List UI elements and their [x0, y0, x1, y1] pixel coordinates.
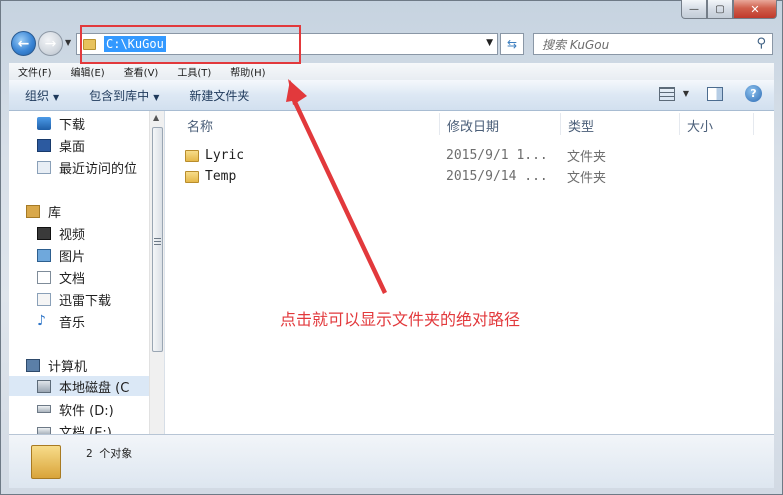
view-options-icon[interactable]	[658, 86, 675, 101]
recent-places-icon	[37, 160, 51, 174]
file-date: 2015/9/1 1...	[446, 148, 548, 163]
video-library-icon	[37, 226, 51, 240]
sidebar-item-pictures[interactable]: 图片	[37, 245, 85, 265]
sidebar-item-music[interactable]: ♪ 音乐	[37, 311, 85, 331]
file-name: Lyric	[205, 148, 245, 163]
column-divider[interactable]	[753, 113, 754, 135]
folder-icon	[31, 445, 61, 479]
chevron-down-icon: ▼	[153, 92, 160, 102]
file-date: 2015/9/14 ...	[446, 169, 548, 184]
drive-e-icon	[37, 427, 51, 434]
sidebar-item-recent[interactable]: 最近访问的位	[37, 157, 137, 177]
sidebar-item-label: 迅雷下载	[59, 293, 112, 309]
close-button[interactable]: ✕	[733, 0, 777, 19]
pictures-library-icon	[37, 248, 51, 262]
recent-pages-dropdown-icon[interactable]: ▼	[65, 38, 71, 47]
details-pane: 2 个对象	[9, 434, 774, 488]
refresh-button[interactable]: ⇆	[500, 33, 524, 55]
xunlei-download-icon	[37, 292, 51, 306]
address-dropdown-icon[interactable]: ▼	[486, 38, 493, 48]
file-list: 名称 修改日期 类型 大小 Lyric 2015/9/1 1... 文件夹 Te…	[165, 111, 774, 434]
file-type: 文件夹	[567, 150, 607, 165]
sidebar-item-drive-e[interactable]: 文档 (E:)	[37, 421, 112, 434]
organize-label: 组织	[25, 88, 50, 103]
drive-d-icon	[37, 405, 51, 413]
address-highlight-box	[80, 25, 301, 64]
chevron-down-icon: ▼	[53, 92, 60, 102]
include-library-label: 包含到库中	[89, 88, 150, 103]
sidebar-item-label: 文档 (E:)	[59, 425, 112, 435]
search-icon[interactable]: ⚲	[756, 36, 766, 51]
navigation-scrollbar[interactable]: ▲	[149, 111, 164, 434]
back-button[interactable]: ←	[11, 31, 36, 56]
menu-edit[interactable]: 编辑(E)	[71, 64, 105, 79]
folder-icon	[185, 149, 199, 162]
scrollbar-thumb[interactable]	[152, 127, 163, 352]
menu-view[interactable]: 查看(V)	[124, 64, 159, 79]
file-row[interactable]: Lyric 2015/9/1 1... 文件夹	[165, 145, 774, 166]
file-row[interactable]: Temp 2015/9/14 ... 文件夹	[165, 166, 774, 187]
sidebar-item-computer[interactable]: 计算机	[26, 355, 87, 375]
sidebar-item-libraries[interactable]: 库	[26, 201, 61, 221]
menu-bar: 文件(F) 编辑(E) 查看(V) 工具(T) 帮助(H)	[9, 63, 774, 80]
computer-icon	[26, 358, 40, 372]
sidebar-item-desktop[interactable]: 桌面	[37, 135, 85, 155]
download-folder-icon	[37, 116, 51, 130]
sidebar-item-videos[interactable]: 视频	[37, 223, 85, 243]
forward-button[interactable]: →	[38, 31, 63, 56]
annotation-text: 点击就可以显示文件夹的绝对路径	[280, 310, 521, 329]
sidebar-item-label: 库	[48, 205, 62, 221]
sidebar-item-local-disk-c[interactable]: 本地磁盘 (C	[9, 376, 164, 396]
documents-library-icon	[37, 270, 51, 284]
column-header-size[interactable]: 大小	[679, 113, 713, 137]
sidebar-item-label: 计算机	[48, 359, 88, 375]
sidebar-item-label: 视频	[59, 227, 86, 243]
maximize-button[interactable]: ▢	[707, 0, 733, 19]
menu-help[interactable]: 帮助(H)	[230, 64, 265, 79]
menu-tools[interactable]: 工具(T)	[177, 64, 211, 79]
chevron-down-icon[interactable]: ▼	[683, 89, 689, 98]
sidebar-item-documents[interactable]: 文档	[37, 267, 85, 287]
sidebar-item-xunlei[interactable]: 迅雷下载	[37, 289, 111, 309]
sidebar-item-drive-d[interactable]: 软件 (D:)	[37, 399, 114, 419]
column-header-name[interactable]: 名称	[179, 113, 213, 137]
caption-buttons: — ▢ ✕	[681, 0, 777, 19]
column-header-type[interactable]: 类型	[560, 113, 594, 137]
new-folder-button[interactable]: 新建文件夹	[189, 87, 249, 104]
sidebar-item-label: 本地磁盘 (C	[59, 380, 130, 396]
folder-icon	[185, 170, 199, 183]
file-type: 文件夹	[567, 171, 607, 186]
sidebar-item-downloads[interactable]: 下载	[37, 113, 85, 133]
sidebar-item-label: 最近访问的位	[59, 161, 138, 177]
search-placeholder: 搜索 KuGou	[542, 37, 610, 52]
navigation-pane: 下载 桌面 最近访问的位 库 视频 图片 文档 迅雷下载 ♪ 音乐 计算机 本地…	[9, 111, 164, 434]
search-input[interactable]: 搜索 KuGou ⚲	[533, 33, 773, 55]
scroll-up-icon[interactable]: ▲	[153, 113, 159, 122]
file-name: Temp	[205, 169, 237, 184]
item-count: 2 个对象	[86, 447, 133, 460]
music-library-icon: ♪	[37, 312, 46, 329]
sidebar-item-label: 文档	[59, 271, 86, 287]
library-icon	[26, 204, 40, 218]
preview-pane-icon[interactable]	[707, 86, 723, 101]
sidebar-item-label: 软件 (D:)	[59, 403, 114, 419]
command-bar: 组织 ▼ 包含到库中 ▼ 新建文件夹 ▼ ?	[9, 80, 774, 111]
sidebar-item-label: 图片	[59, 249, 86, 265]
sidebar-item-label: 下载	[59, 117, 86, 133]
menu-file[interactable]: 文件(F)	[18, 64, 52, 79]
sidebar-item-label: 音乐	[59, 315, 86, 331]
sidebar-item-label: 桌面	[59, 139, 86, 155]
help-icon[interactable]: ?	[745, 85, 762, 102]
toolbar-right: ▼ ?	[658, 85, 762, 102]
local-disk-icon	[37, 379, 51, 393]
minimize-button[interactable]: —	[681, 0, 707, 19]
desktop-icon	[37, 138, 51, 152]
grip-icon	[154, 238, 161, 246]
organize-button[interactable]: 组织 ▼	[25, 87, 59, 104]
include-library-button[interactable]: 包含到库中 ▼	[89, 87, 159, 104]
column-header-date[interactable]: 修改日期	[439, 113, 499, 137]
